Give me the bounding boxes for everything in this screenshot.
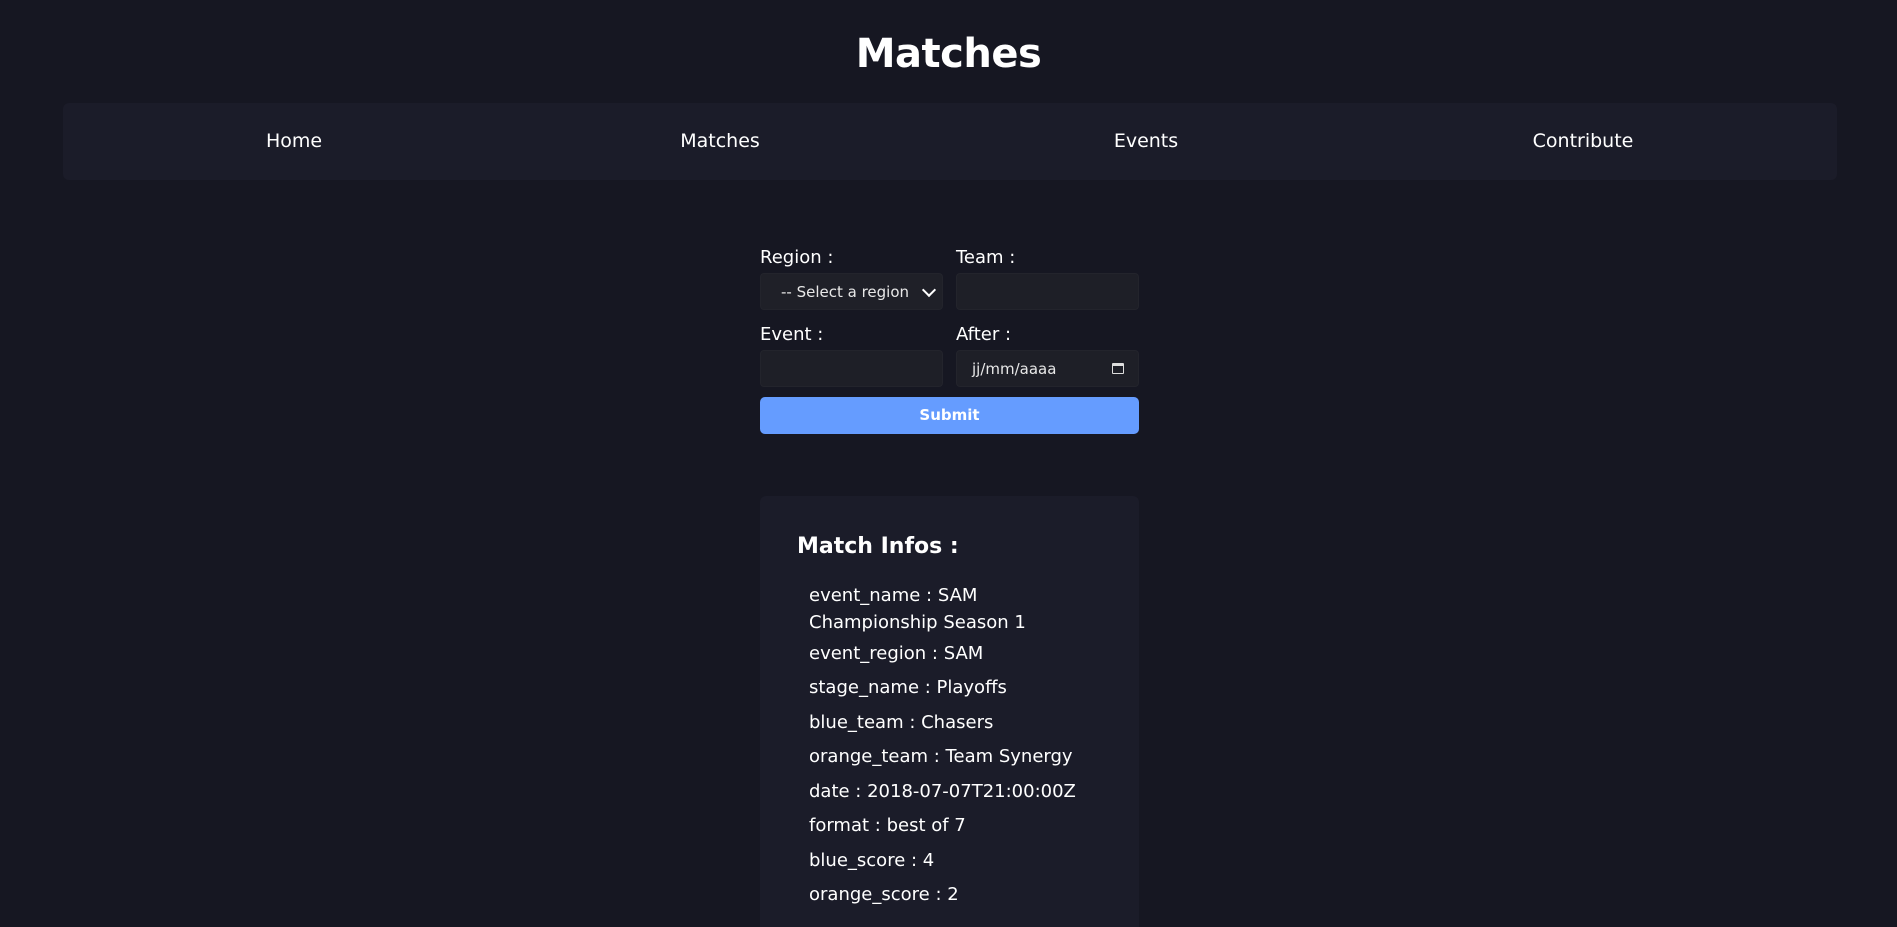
main-nav: Home Matches Events Contribute — [63, 103, 1837, 180]
after-date-placeholder: jj/mm/aaaa — [972, 359, 1057, 378]
match-info-item-stage-name: stage_name : Playoffs — [809, 677, 1007, 698]
match-info-card: Match Infos : event_name : SAM Champions… — [760, 496, 1139, 927]
nav-contribute-link[interactable]: Contribute — [1533, 103, 1634, 180]
chevron-down-icon — [921, 282, 937, 297]
region-select-value: -- Select a region — [781, 282, 910, 301]
calendar-icon[interactable] — [1112, 363, 1124, 374]
region-field: Region : -- Select a region — [760, 246, 943, 310]
after-date-input[interactable]: jj/mm/aaaa — [956, 350, 1139, 387]
match-info-item-event-name: event_name : SAM Championship Season 1 — [809, 585, 1026, 633]
match-info-item-blue-team: blue_team : Chasers — [809, 712, 994, 733]
match-info-item-orange-team: orange_team : Team Synergy — [809, 746, 1073, 767]
after-label: After : — [956, 324, 1012, 345]
event-input[interactable] — [760, 350, 943, 387]
match-info-item-format: format : best of 7 — [809, 815, 966, 836]
team-input[interactable] — [956, 273, 1139, 310]
match-info-title: Match Infos : — [797, 534, 959, 559]
region-select[interactable]: -- Select a region — [760, 273, 943, 310]
match-info-item-date: date : 2018-07-07T21:00:00Z — [809, 781, 1076, 802]
match-info-item-blue-score: blue_score : 4 — [809, 850, 935, 871]
match-info-item-event-region: event_region : SAM — [809, 643, 984, 664]
team-label: Team : — [956, 247, 1016, 268]
region-label: Region : — [760, 247, 834, 268]
after-field: After : jj/mm/aaaa — [956, 323, 1139, 387]
nav-matches-link[interactable]: Matches — [680, 103, 760, 180]
event-field: Event : — [760, 323, 943, 387]
submit-button[interactable]: Submit — [760, 397, 1139, 434]
event-label: Event : — [760, 324, 824, 345]
match-info-item-orange-score: orange_score : 2 — [809, 884, 959, 905]
nav-events-link[interactable]: Events — [1114, 103, 1178, 180]
team-field: Team : — [956, 246, 1139, 310]
page-title: Matches — [855, 31, 1042, 77]
nav-home-link[interactable]: Home — [266, 103, 322, 180]
